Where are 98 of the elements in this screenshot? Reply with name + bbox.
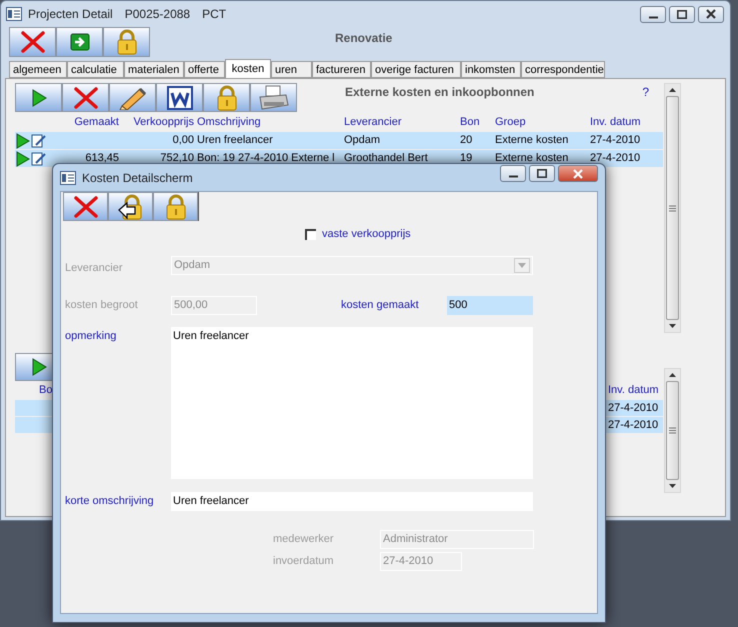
edit-document-icon[interactable] xyxy=(31,132,47,148)
lock-button[interactable] xyxy=(203,83,250,112)
padlock-icon xyxy=(216,84,238,110)
tab[interactable]: offerte xyxy=(184,61,225,78)
table-cell-text: Bon: 19 27-4-2010 Externe l xyxy=(196,151,336,166)
table-cell-text: 20 xyxy=(460,133,474,148)
unlock-button[interactable] xyxy=(108,192,153,221)
close-button[interactable] xyxy=(698,6,724,22)
lock-button[interactable] xyxy=(153,192,198,221)
maximize-icon xyxy=(537,169,547,178)
window-title: Kosten Detailscherm xyxy=(82,170,193,186)
tab[interactable]: uren xyxy=(271,61,312,78)
text-area[interactable]: Uren freelancer xyxy=(171,326,533,478)
table-cell-text: Opdam xyxy=(344,133,382,148)
table-cell-text: 27-4-2010 xyxy=(608,401,660,416)
print-button[interactable] xyxy=(250,83,297,112)
table-cell-text: 0,00 xyxy=(172,133,194,148)
field-label: kosten begroot xyxy=(65,298,139,313)
tab[interactable]: factureren xyxy=(312,61,371,78)
table-cell-text: 27-4-2010 xyxy=(590,133,642,148)
minimize-button[interactable] xyxy=(500,165,526,182)
edit-document-icon[interactable] xyxy=(31,150,47,166)
table-cell-text: 613,45 xyxy=(84,151,119,166)
close-icon xyxy=(706,9,716,19)
column-header: Bon xyxy=(460,115,481,130)
minimize-button[interactable] xyxy=(640,6,666,22)
tab[interactable]: overige facturen xyxy=(371,61,461,78)
table-cell-text: 27-4-2010 xyxy=(590,151,642,166)
table-cell-text: Externe kosten xyxy=(495,133,570,148)
column-header: Bo xyxy=(39,383,52,398)
input-field[interactable]: Uren freelancer xyxy=(171,492,533,510)
table-row[interactable]: 0,00 Uren freelancer Opdam 20 Externe kosten 27-4-2010 xyxy=(15,132,663,149)
field-label: korte omschrijving xyxy=(65,494,155,509)
play-icon[interactable] xyxy=(16,150,30,166)
maximize-icon xyxy=(677,10,687,18)
maximize-button[interactable] xyxy=(669,6,695,22)
field-label: opmerking xyxy=(65,328,118,344)
table-cell-text: Externe kosten xyxy=(495,151,570,166)
field-label: medewerker xyxy=(273,532,335,547)
minimize-icon xyxy=(648,16,658,18)
column-header: Leverancier xyxy=(344,115,402,130)
window-title: PCT xyxy=(202,6,226,23)
pencil-icon xyxy=(118,86,148,110)
scroll-thumb[interactable] xyxy=(666,96,679,320)
padlock-icon xyxy=(164,194,186,220)
document-icon xyxy=(166,84,194,110)
grip-icon xyxy=(669,427,676,434)
next-button[interactable] xyxy=(56,27,103,57)
play-button[interactable] xyxy=(15,83,62,112)
play-icon xyxy=(30,358,46,376)
dropdown-arrow-icon xyxy=(518,262,526,268)
cross-icon xyxy=(72,86,98,108)
scroll-thumb[interactable] xyxy=(666,381,679,480)
tab[interactable]: materialen xyxy=(124,61,184,78)
tab[interactable]: correspondentie xyxy=(521,61,605,78)
document-button[interactable] xyxy=(156,83,203,112)
window-title: Projecten Detail xyxy=(28,6,113,23)
minimize-icon xyxy=(508,175,518,178)
tab[interactable]: algemeen xyxy=(9,61,67,78)
printer-icon xyxy=(258,84,290,110)
maximize-button[interactable] xyxy=(529,165,555,182)
field-label: Leverancier xyxy=(65,261,124,276)
cross-icon xyxy=(20,31,46,53)
column-header: Verkoopprijs xyxy=(132,115,194,130)
scrollbar[interactable] xyxy=(664,83,681,333)
tab[interactable]: calculatie xyxy=(67,61,124,78)
table-cell-text: Uren freelancer xyxy=(196,133,274,148)
field-label: kosten gemaakt xyxy=(341,298,420,313)
section-title: Externe kosten en inkoopbonnen xyxy=(345,84,534,101)
close-icon xyxy=(573,168,583,178)
column-header: Inv. datum xyxy=(608,383,660,398)
column-header: Gemaakt xyxy=(73,115,119,130)
table-cell-text: Groothandel Bert xyxy=(344,151,429,166)
column-header: Inv. datum xyxy=(590,115,642,130)
tab[interactable]: kosten xyxy=(225,59,271,78)
scrollbar[interactable] xyxy=(664,368,681,493)
cross-icon xyxy=(72,196,98,218)
tab[interactable]: inkomsten xyxy=(461,61,521,78)
column-header: Omschrijving xyxy=(196,115,262,130)
window-icon xyxy=(60,170,76,184)
play-icon xyxy=(30,88,46,106)
table-cell-text: 27-4-2010 xyxy=(608,418,660,433)
field-label: invoerdatum xyxy=(273,554,335,569)
window-icon xyxy=(6,7,22,21)
edit-button[interactable] xyxy=(109,83,156,112)
input-field[interactable]: 500 xyxy=(447,296,533,314)
table-cell-text: 19 xyxy=(460,151,474,166)
column-header: Groep xyxy=(495,115,527,130)
checkbox-label: vaste verkoopprijs xyxy=(322,226,411,242)
padlock-icon xyxy=(116,29,138,55)
heading: Renovatie xyxy=(335,30,392,47)
grip-icon xyxy=(669,204,676,212)
table-cell-text: 752,10 xyxy=(159,151,194,166)
padlock-arrow-icon xyxy=(116,194,144,220)
checkbox[interactable] xyxy=(305,228,316,240)
window-title: P0025-2088 xyxy=(124,6,190,23)
play-icon[interactable] xyxy=(16,132,30,148)
lock-button[interactable] xyxy=(103,27,150,57)
